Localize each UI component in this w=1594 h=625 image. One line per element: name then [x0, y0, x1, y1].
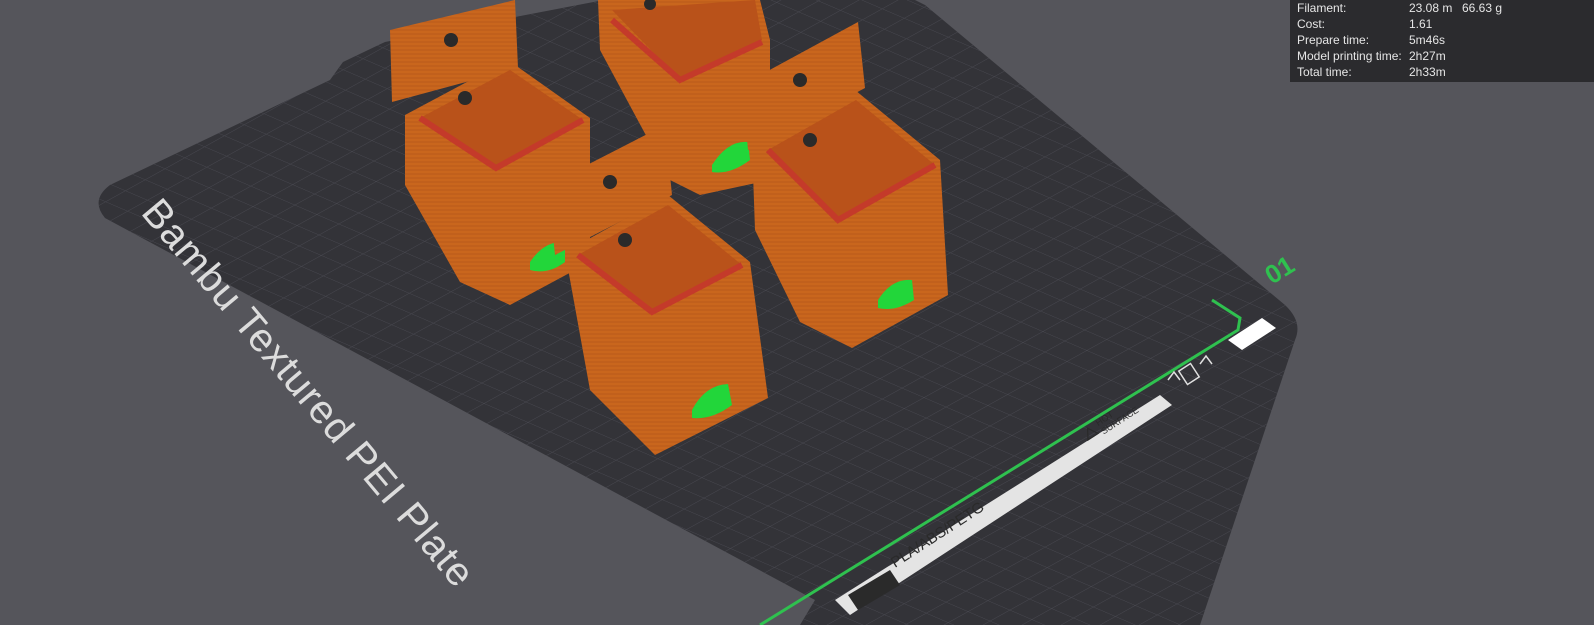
filament-label: Filament:	[1297, 1, 1347, 15]
stats-row-model-printing-time: Model printing time: 2h27m	[1297, 48, 1594, 64]
cost-value: 1.61	[1409, 17, 1433, 31]
prepare-time-label: Prepare time:	[1297, 33, 1370, 47]
prepare-time-value: 5m46s	[1409, 33, 1446, 47]
filament-length-value: 23.08 m	[1409, 1, 1453, 15]
3d-viewport[interactable]: Bambu Textured PEI Plate 01 PLA/ABS/PETG…	[0, 0, 1594, 625]
model-printing-time-label: Model printing time:	[1297, 49, 1402, 63]
stats-row-prepare-time: Prepare time: 5m46s	[1297, 32, 1594, 48]
total-time-label: Total time:	[1297, 65, 1352, 79]
stats-row-filament: Filament: 23.08 m 66.63 g	[1297, 0, 1594, 16]
model-printing-time-value: 2h27m	[1409, 49, 1446, 63]
print-stats-panel: Filament: 23.08 m 66.63 g Cost: 1.61 Pre…	[1290, 0, 1594, 82]
slicer-preview-window: Bambu Textured PEI Plate 01 PLA/ABS/PETG…	[0, 0, 1594, 625]
cost-label: Cost:	[1297, 17, 1326, 31]
filament-weight-value: 66.63 g	[1462, 1, 1503, 15]
plate-number-label: 01	[1259, 249, 1299, 290]
total-time-value: 2h33m	[1409, 65, 1446, 79]
stats-row-total-time: Total time: 2h33m	[1297, 64, 1594, 80]
stats-row-cost: Cost: 1.61	[1297, 16, 1594, 32]
